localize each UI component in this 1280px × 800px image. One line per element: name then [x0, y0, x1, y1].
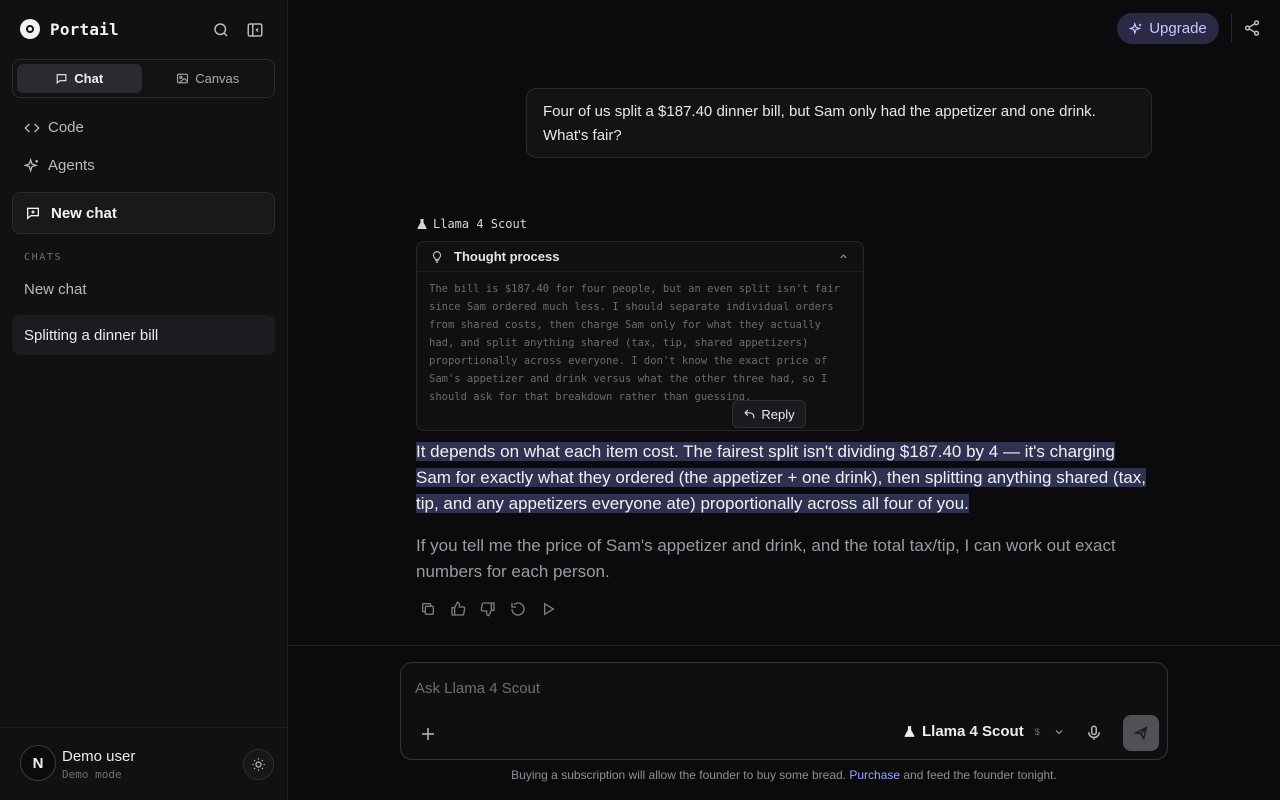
- reply-button[interactable]: Reply: [732, 400, 806, 428]
- composer-divider: [288, 645, 1280, 646]
- tab-chat-label: Chat: [74, 71, 104, 86]
- user-profile: N Demo user Demo mode: [0, 727, 288, 800]
- brand[interactable]: Portail: [20, 19, 119, 39]
- reply-label: Reply: [761, 406, 795, 422]
- assistant-followup: If you tell me the price of Sam's appeti…: [416, 536, 1116, 581]
- sparkle-icon: [1129, 21, 1143, 36]
- sparkle-icon: [24, 157, 40, 174]
- tab-canvas[interactable]: Canvas: [146, 64, 271, 93]
- chevron-up-icon: [838, 251, 849, 262]
- tab-canvas-label: Canvas: [195, 71, 240, 86]
- upgrade-label: Upgrade: [1149, 20, 1207, 37]
- chats-section-label: CHATS: [24, 252, 63, 263]
- sidebar-item-label: Agents: [48, 157, 95, 174]
- add-attachment-icon[interactable]: [419, 725, 437, 743]
- code-icon: [24, 120, 40, 136]
- chevron-down-icon: [1053, 726, 1065, 738]
- footer-text-before: Buying a subscription will allow the fou…: [511, 768, 850, 782]
- mode-switch: Chat Canvas: [12, 59, 275, 98]
- upgrade-button[interactable]: Upgrade: [1117, 13, 1219, 44]
- new-chat-label: New chat: [51, 204, 117, 222]
- model-price-tag: $: [1034, 726, 1040, 737]
- chat-list-item-active[interactable]: Splitting a dinner bill: [12, 315, 275, 355]
- footer-note: Buying a subscription will allow the fou…: [0, 768, 1280, 782]
- footer-text-after: and feed the founder tonight.: [900, 768, 1057, 782]
- selected-text[interactable]: It depends on what each item cost. The f…: [416, 442, 1146, 513]
- user-message: Four of us split a $187.40 dinner bill, …: [526, 88, 1152, 158]
- copy-icon[interactable]: [420, 601, 436, 617]
- assistant-answer: It depends on what each item cost. The f…: [416, 439, 1146, 517]
- send-icon: [1133, 725, 1149, 741]
- purchase-link[interactable]: Purchase: [849, 768, 900, 782]
- app-name: Portail: [50, 19, 119, 39]
- play-icon[interactable]: [540, 601, 556, 617]
- sidebar-item-code[interactable]: Code: [24, 119, 84, 136]
- thought-title: Thought process: [454, 249, 560, 264]
- flask-icon: [417, 218, 427, 230]
- thought-process-toggle[interactable]: Thought process: [417, 242, 863, 272]
- model-selector-label: Llama 4 Scout: [922, 723, 1024, 740]
- collapse-sidebar-icon[interactable]: [244, 19, 266, 41]
- flask-icon: [904, 725, 915, 738]
- message-input[interactable]: [415, 680, 1155, 697]
- header-divider: [1231, 14, 1232, 42]
- search-icon[interactable]: [210, 19, 232, 41]
- sidebar: Portail Chat Canvas Code Agents New chat…: [0, 0, 288, 800]
- chat-bubble-icon: [55, 72, 68, 85]
- thought-text: The bill is $187.40 for four people, but…: [429, 283, 840, 403]
- model-selector[interactable]: Llama 4 Scout $: [904, 723, 1065, 740]
- thumbs-down-icon[interactable]: [480, 601, 496, 617]
- user-name: Demo user: [62, 748, 136, 765]
- new-chat-button[interactable]: New chat: [12, 192, 275, 234]
- microphone-icon[interactable]: [1085, 724, 1103, 742]
- chat-list-item[interactable]: New chat: [12, 269, 275, 309]
- message-actions: [420, 601, 556, 617]
- model-name: Llama 4 Scout: [433, 217, 527, 231]
- sidebar-item-label: Code: [48, 119, 84, 136]
- image-icon: [176, 72, 189, 85]
- regenerate-icon[interactable]: [510, 601, 526, 617]
- app-logo-icon: [20, 19, 40, 39]
- share-icon[interactable]: [1243, 19, 1261, 37]
- send-button[interactable]: [1123, 715, 1159, 751]
- sidebar-item-agents[interactable]: Agents: [24, 157, 95, 174]
- reply-arrow-icon: [743, 408, 756, 421]
- composer: Llama 4 Scout $: [400, 662, 1168, 760]
- lightbulb-icon: [430, 250, 444, 264]
- new-chat-icon: [25, 205, 41, 221]
- tab-chat[interactable]: Chat: [17, 64, 142, 93]
- thumbs-up-icon[interactable]: [450, 601, 466, 617]
- model-label: Llama 4 Scout: [417, 217, 527, 231]
